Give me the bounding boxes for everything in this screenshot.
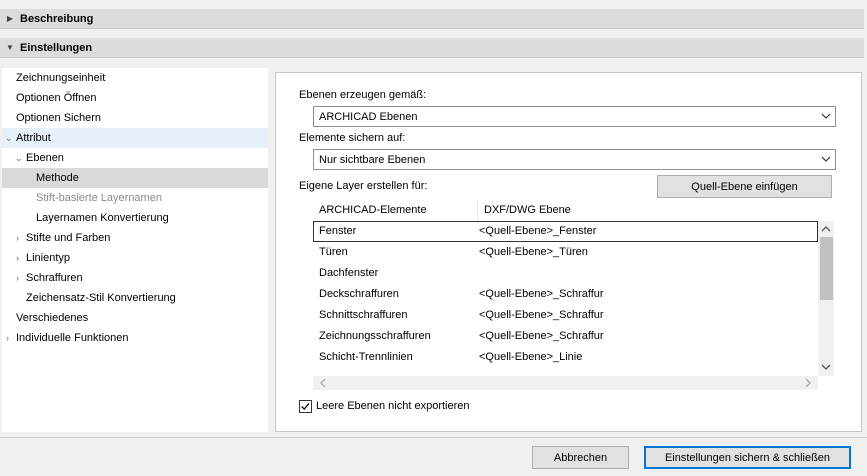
chevron-down-icon (821, 156, 831, 162)
tree-item-individuelle-funktionen[interactable]: › Individuelle Funktionen (2, 328, 268, 348)
leere-ebenen-checkbox[interactable] (299, 400, 312, 413)
table-row[interactable]: Schnittschraffuren <Quell-Ebene>_Schraff… (313, 305, 818, 326)
chevron-right-icon[interactable]: › (16, 228, 19, 248)
ebenen-erzeugen-select[interactable]: ARCHICAD Ebenen (313, 106, 836, 127)
tree-item-stifte-und-farben[interactable]: › Stifte und Farben (2, 228, 268, 248)
triangle-right-icon: ▶ (6, 14, 14, 23)
section-header-einstellungen[interactable]: ▼ Einstellungen (0, 38, 864, 58)
tree-item-zeichnungseinheit[interactable]: Zeichnungseinheit (2, 68, 268, 88)
chevron-right-icon[interactable]: › (6, 328, 9, 348)
tree-item-attribut[interactable]: ⌄ Attribut (2, 128, 268, 148)
horizontal-scrollbar[interactable] (313, 376, 818, 390)
tree-item-stift-basierte-layernamen: Stift-basierte Layernamen (36, 192, 162, 204)
chevron-down-icon[interactable]: ⌄ (5, 128, 13, 148)
triangle-down-icon: ▼ (6, 43, 14, 52)
table-row[interactable]: Dachfenster (313, 263, 818, 284)
chevron-down-icon[interactable] (820, 361, 832, 373)
cancel-button[interactable]: Abbrechen (532, 446, 629, 469)
layer-mapping-table: ARCHICAD-Elemente DXF/DWG Ebene Fenster … (313, 200, 834, 390)
chevron-left-icon[interactable] (317, 377, 329, 389)
chevron-down-icon[interactable]: ⌄ (15, 148, 23, 168)
vertical-scrollbar[interactable] (818, 221, 834, 376)
section-header-beschreibung[interactable]: ▶ Beschreibung (0, 9, 864, 29)
quell-ebene-einfuegen-button[interactable]: Quell-Ebene einfügen (657, 175, 832, 198)
elemente-sichern-label: Elemente sichern auf: (299, 132, 406, 144)
tree-item-layernamen-konvertierung[interactable]: Layernamen Konvertierung (2, 208, 268, 228)
tree-item-schraffuren[interactable]: › Schraffuren (2, 268, 268, 288)
ebenen-erzeugen-value: ARCHICAD Ebenen (319, 110, 418, 123)
section-title: Beschreibung (20, 12, 94, 25)
tree-item-ebenen[interactable]: ⌄ Ebenen (2, 148, 268, 168)
tree-item-optionen-oeffnen[interactable]: Optionen Öffnen (2, 88, 268, 108)
tree-item-optionen-sichern[interactable]: Optionen Sichern (2, 108, 268, 128)
section-title: Einstellungen (20, 41, 93, 54)
elemente-sichern-select[interactable]: Nur sichtbare Ebenen (313, 149, 836, 170)
table-row[interactable]: Fenster <Quell-Ebene>_Fenster (313, 221, 818, 242)
tree-item-zeichensatz-stil-konvertierung[interactable]: Zeichensatz-Stil Konvertierung (2, 288, 268, 308)
settings-tree: Zeichnungseinheit Optionen Öffnen Option… (2, 68, 268, 432)
tree-item-verschiedenes[interactable]: Verschiedenes (2, 308, 268, 328)
leere-ebenen-label: Leere Ebenen nicht exportieren (316, 400, 470, 412)
chevron-right-icon[interactable]: › (16, 248, 19, 268)
footer-divider (0, 437, 867, 438)
tree-item-linientyp[interactable]: › Linientyp (2, 248, 268, 268)
save-and-close-button[interactable]: Einstellungen sichern & schließen (644, 446, 851, 469)
chevron-down-icon (821, 113, 831, 119)
chevron-right-icon[interactable] (802, 377, 814, 389)
tree-item-methode[interactable]: Methode (2, 168, 268, 188)
column-header-archicad-elemente[interactable]: ARCHICAD-Elemente (313, 200, 477, 221)
table-row[interactable]: Zeichnungsschraffuren <Quell-Ebene>_Schr… (313, 326, 818, 347)
elemente-sichern-value: Nur sichtbare Ebenen (319, 153, 426, 166)
table-row[interactable]: Türen <Quell-Ebene>_Türen (313, 242, 818, 263)
table-row[interactable]: Schicht-Trennlinien <Quell-Ebene>_Linie (313, 347, 818, 368)
chevron-up-icon[interactable] (820, 223, 832, 235)
ebenen-erzeugen-label: Ebenen erzeugen gemäß: (299, 89, 427, 101)
scrollbar-thumb[interactable] (820, 237, 833, 300)
chevron-right-icon[interactable]: › (16, 268, 19, 288)
eigene-layer-label: Eigene Layer erstellen für: (299, 180, 428, 192)
column-header-dxf-dwg-ebene[interactable]: DXF/DWG Ebene (477, 200, 685, 221)
table-row[interactable]: Deckschraffuren <Quell-Ebene>_Schraffur (313, 284, 818, 305)
table-header: ARCHICAD-Elemente DXF/DWG Ebene (313, 200, 685, 221)
checkmark-icon (301, 403, 310, 410)
